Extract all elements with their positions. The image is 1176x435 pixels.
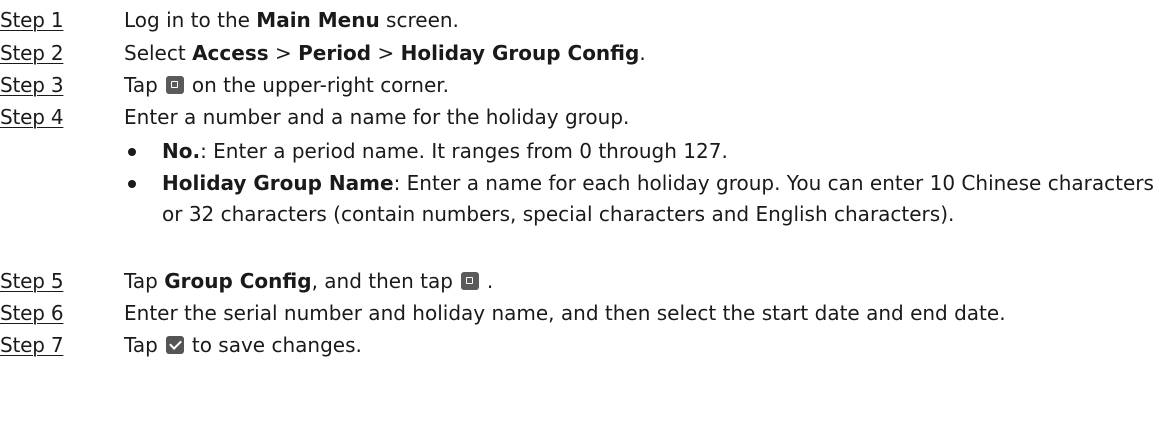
step-label: Step 7 [0, 333, 64, 357]
step-label: Step 2 [0, 41, 64, 65]
text-segment: . [486, 269, 494, 293]
bullet-term: No. [162, 139, 201, 163]
step-text: Tap to save changes. [124, 333, 362, 357]
step-text: Select Access > Period > Holiday Group C… [124, 41, 646, 65]
bullet-item-holiday-group-name: Holiday Group Name: Enter a name for eac… [126, 168, 1166, 230]
step-text: Log in to the Main Menu screen. [124, 8, 459, 32]
bullet-term: Holiday Group Name [162, 171, 394, 195]
text-segment: on the upper-right corner. [191, 73, 450, 97]
ui-term-period: Period [298, 41, 372, 65]
add-icon [165, 76, 184, 94]
step-6: Step 6 Enter the serial number and holid… [0, 298, 1006, 328]
text-segment: Log in to the [124, 8, 257, 32]
text-segment: screen. [379, 8, 459, 32]
bullet-dot [128, 148, 136, 156]
bullet-description: : Enter a period name. It ranges from 0 … [200, 139, 728, 163]
step-5: Step 5 Tap Group Config, and then tap. [0, 266, 493, 296]
bullet-text: Holiday Group Name: Enter a name for eac… [162, 168, 1166, 230]
document-page: Step 1 Log in to the Main Menu screen. S… [0, 0, 1176, 435]
text-segment: Tap [124, 73, 158, 97]
step-label: Step 6 [0, 301, 64, 325]
bullet-item-number: No.: Enter a period name. It ranges from… [126, 136, 1166, 167]
text-segment: to save changes. [191, 333, 362, 357]
step-text: Tap Group Config, and then tap. [124, 269, 493, 293]
checkmark-icon [165, 336, 184, 354]
step-3: Step 3 Tap on the upper-right corner. [0, 70, 449, 100]
text-segment: , and then tap [311, 269, 453, 293]
text-segment: Tap [124, 269, 165, 293]
step-text: Enter the serial number and holiday name… [124, 301, 1006, 325]
text-segment: . [639, 41, 646, 65]
ui-term-group-config: Group Config [164, 269, 312, 293]
ui-term-holiday-group-config: Holiday Group Config [400, 41, 640, 65]
text-segment: > [268, 41, 299, 65]
ui-term-access: Access [192, 41, 269, 65]
ui-term-main-menu: Main Menu [256, 8, 380, 32]
step-text: Tap on the upper-right corner. [124, 73, 449, 97]
add-icon [460, 272, 479, 290]
step-label: Step 1 [0, 8, 64, 32]
step-label: Step 4 [0, 105, 64, 129]
step-2: Step 2 Select Access > Period > Holiday … [0, 38, 646, 68]
step-7: Step 7 Tap to save changes. [0, 330, 362, 360]
step-4: Step 4 Enter a number and a name for the… [0, 102, 629, 132]
text-segment: > [371, 41, 401, 65]
text-segment: Select [124, 41, 193, 65]
step-label: Step 5 [0, 269, 64, 293]
step-text: Enter a number and a name for the holida… [124, 105, 630, 129]
bullet-text: No.: Enter a period name. It ranges from… [162, 136, 1166, 167]
text-segment: Tap [124, 333, 158, 357]
step-label: Step 3 [0, 73, 64, 97]
step-1: Step 1 Log in to the Main Menu screen. [0, 5, 459, 35]
bullet-dot [128, 180, 136, 188]
